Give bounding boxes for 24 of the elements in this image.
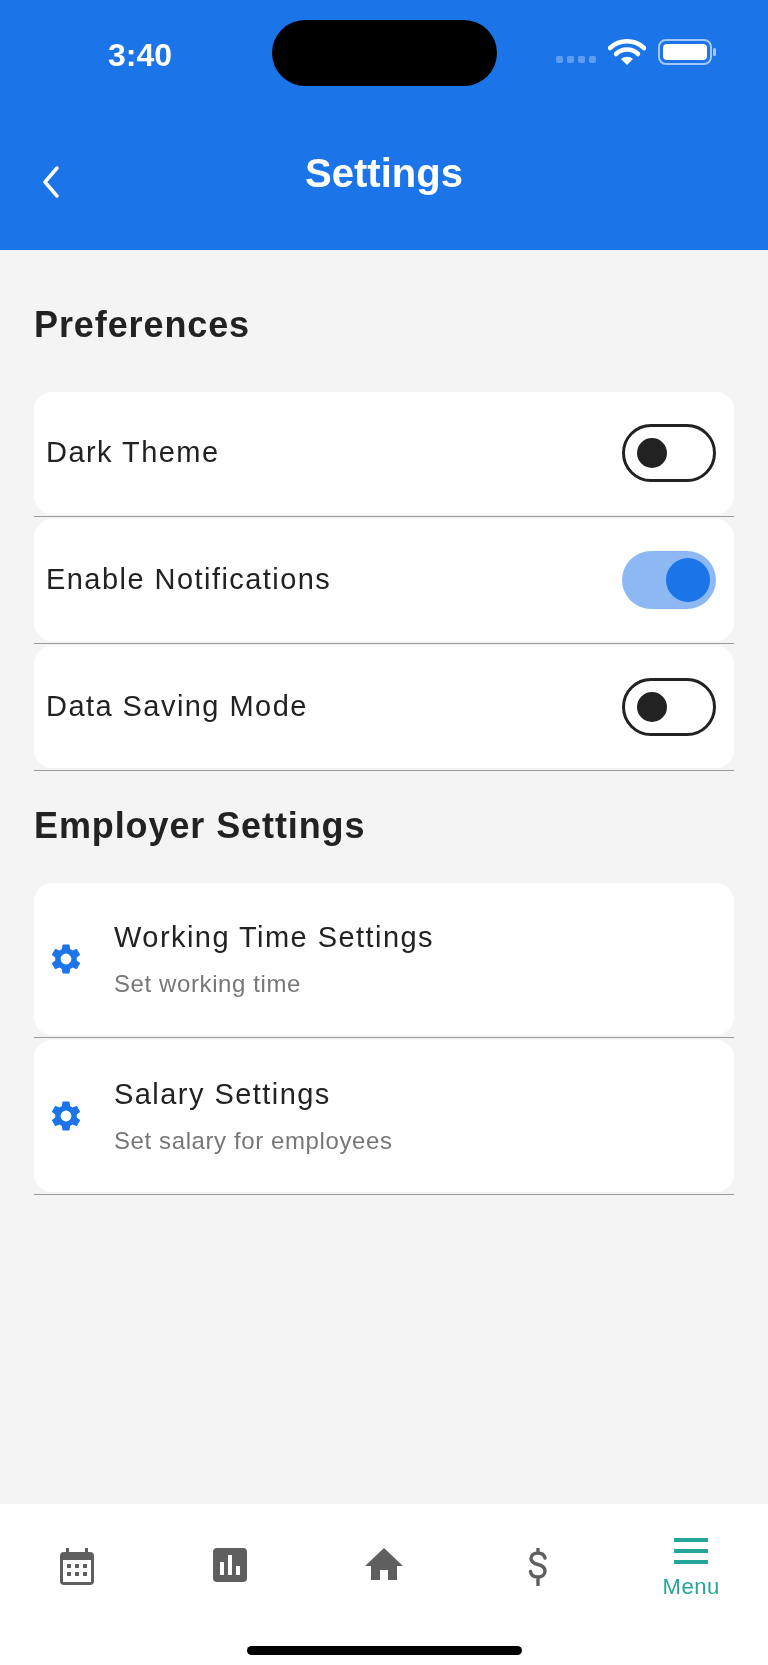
wifi-icon — [608, 38, 646, 66]
settings-list-item[interactable]: Working Time Settings Set working time — [34, 883, 734, 1035]
toggle-switch[interactable] — [622, 678, 716, 736]
screen-title: Settings — [305, 150, 463, 197]
item-title: Working Time Settings — [114, 920, 435, 956]
setting-label: Dark Theme — [46, 435, 220, 471]
signal-icon — [556, 54, 596, 64]
item-subtitle: Set salary for employees — [114, 1125, 393, 1156]
bar-chart-icon — [213, 1548, 248, 1582]
settings-list-item[interactable]: Salary Settings Set salary for employees — [34, 1040, 734, 1192]
item-title: Salary Settings — [114, 1077, 332, 1113]
status-time: 3:40 — [108, 36, 173, 75]
menu-icon — [674, 1538, 709, 1564]
section-heading: Employer Settings — [34, 804, 367, 848]
section-heading: Preferences — [34, 303, 252, 347]
setting-label: Enable Notifications — [46, 562, 332, 598]
battery-icon — [658, 38, 718, 66]
calendar-icon — [58, 1548, 95, 1586]
toggle-switch[interactable] — [622, 424, 716, 482]
toggle-switch[interactable] — [622, 551, 716, 609]
setting-label: Data Saving Mode — [46, 689, 308, 725]
dollar-icon — [526, 1548, 549, 1586]
item-subtitle: Set working time — [114, 968, 302, 999]
home-icon — [365, 1548, 403, 1580]
